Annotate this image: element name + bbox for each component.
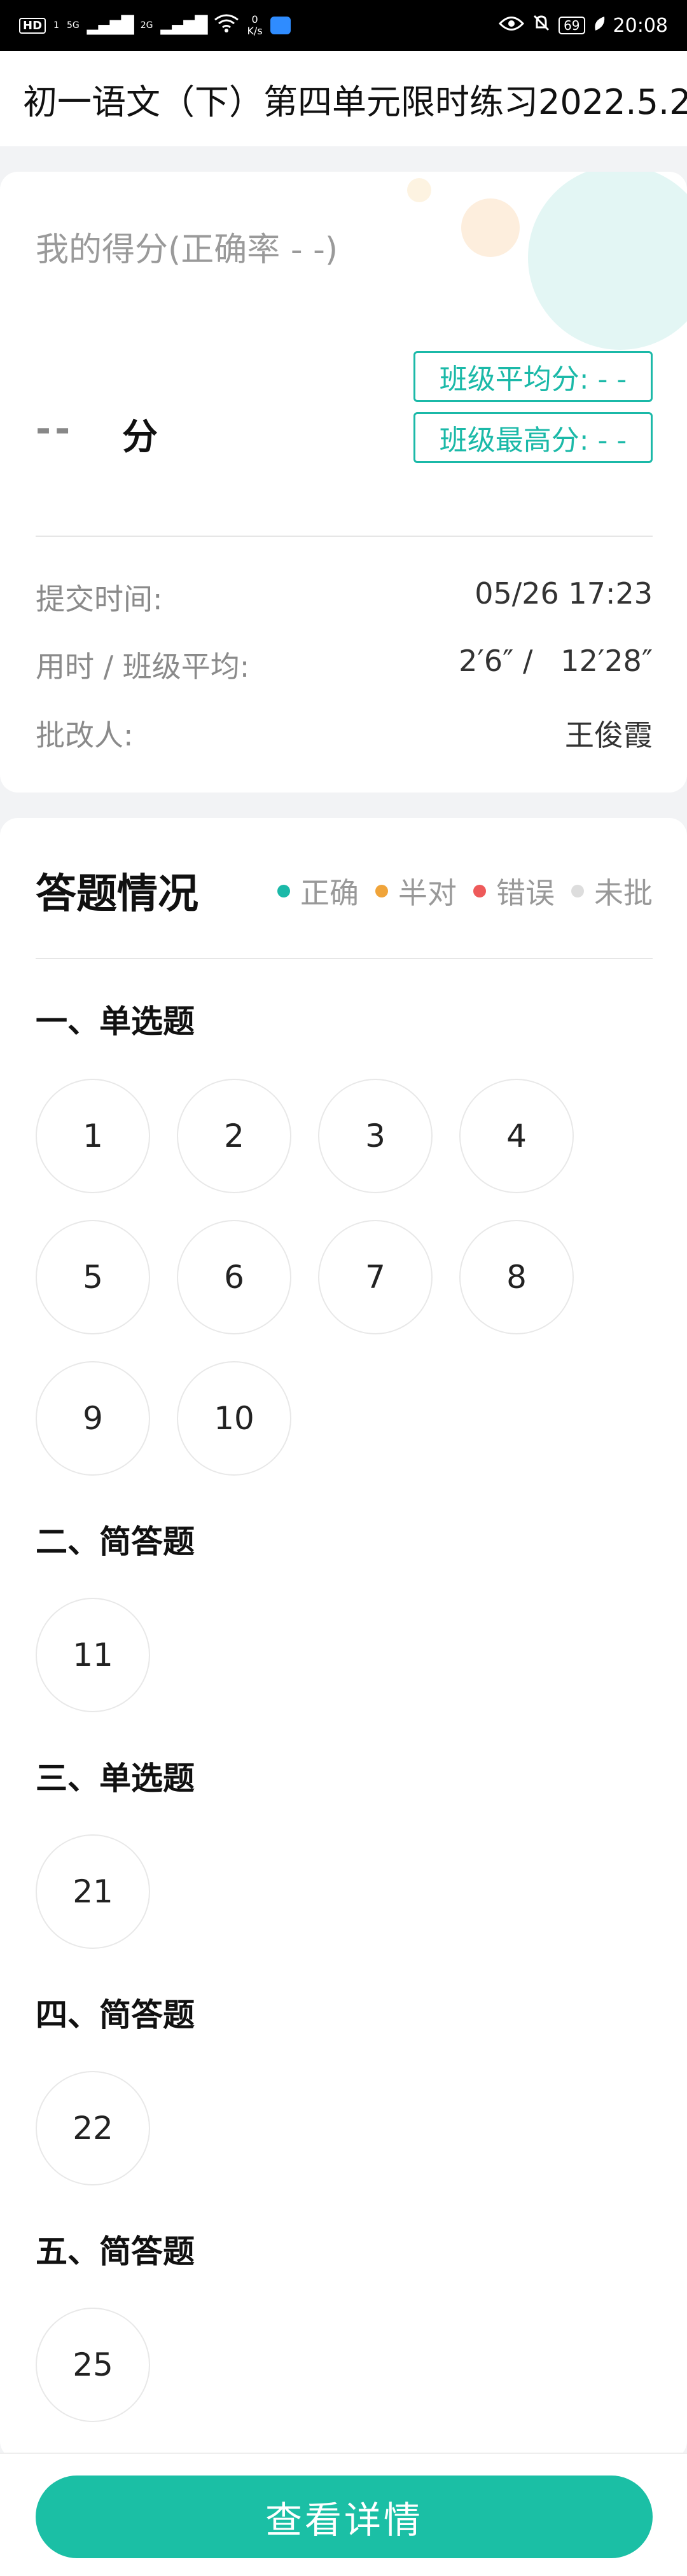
- question-button[interactable]: 6: [177, 1220, 291, 1334]
- legend-label: 错误: [496, 876, 555, 910]
- answer-legend: 正确 半对 错误 未批: [277, 870, 653, 912]
- signal-1-icon: ▂▄▆█: [87, 16, 134, 35]
- legend-dot-icon: [571, 885, 584, 897]
- clock: 20:08: [613, 14, 668, 37]
- grader-label: 批改人:: [36, 718, 134, 752]
- legend-dot-icon: [375, 885, 388, 897]
- mute-bell-icon: [532, 13, 551, 38]
- wifi-icon: [214, 13, 239, 38]
- legend-item-half: 半对: [375, 870, 457, 912]
- question-button[interactable]: 3: [318, 1079, 433, 1193]
- legend-label: 未批: [594, 876, 653, 910]
- status-bar: HD 1 5G ▂▄▆█ 2G ▂▄▆█ 0 K/s 69 20:08: [0, 0, 687, 51]
- question-button[interactable]: 21: [36, 1834, 150, 1949]
- legend-label: 半对: [398, 876, 457, 910]
- question-button[interactable]: 22: [36, 2071, 150, 2185]
- legend-item-wrong: 错误: [473, 870, 555, 912]
- class-average-badge: 班级平均分: - -: [413, 351, 653, 402]
- view-details-button[interactable]: 查看详情: [36, 2476, 653, 2558]
- duration-row: 用时 / 班级平均: 2′6″ / 12′28″: [36, 644, 653, 686]
- section-title: 二、简答题: [36, 1523, 195, 1560]
- status-left: HD 1 5G ▂▄▆█ 2G ▂▄▆█ 0 K/s: [19, 13, 291, 38]
- section-title: 四、简答题: [36, 1997, 195, 2033]
- question-button[interactable]: 4: [459, 1079, 574, 1193]
- section-title: 五、简答题: [36, 2233, 195, 2270]
- legend-dot-icon: [473, 885, 486, 897]
- section-title: 三、单选题: [36, 1760, 195, 1797]
- answer-panel: 答题情况 正确 半对 错误 未批 一、单选题 1 2 3 4 5 6 7 8 9…: [0, 818, 687, 2459]
- question-button[interactable]: 8: [459, 1220, 574, 1334]
- divider: [36, 536, 653, 537]
- divider: [36, 958, 653, 959]
- question-button[interactable]: 10: [177, 1361, 291, 1476]
- leaf-icon: [593, 15, 606, 37]
- title-bar: 初一语文（下）第四单元限时练习2022.5.2: [0, 51, 687, 146]
- duration-label: 用时 / 班级平均:: [36, 649, 250, 684]
- question-button[interactable]: 5: [36, 1220, 150, 1334]
- my-score-label: 我的得分(正确率 - -): [36, 231, 338, 269]
- signal-2-label: 2G: [140, 20, 153, 31]
- question-button[interactable]: 1: [36, 1079, 150, 1193]
- question-button[interactable]: 11: [36, 1598, 150, 1712]
- question-button[interactable]: 2: [177, 1079, 291, 1193]
- score-card: 我的得分(正确率 - -) -- 分 班级平均分: - - 班级最高分: - -…: [0, 172, 687, 793]
- duration-value: 2′6″ / 12′28″: [459, 644, 653, 678]
- decor-circle: [528, 172, 687, 350]
- question-button[interactable]: 7: [318, 1220, 433, 1334]
- grader-row: 批改人: 王俊霞: [36, 712, 653, 754]
- cloud-app-icon: [270, 17, 291, 34]
- hd-icon: HD: [19, 17, 46, 34]
- question-button[interactable]: 9: [36, 1361, 150, 1476]
- legend-dot-icon: [277, 885, 290, 897]
- score-unit: 分: [122, 417, 158, 458]
- page-title: 初一语文（下）第四单元限时练习2022.5.2: [23, 81, 687, 122]
- submit-time-row: 提交时间: 05/26 17:23: [36, 576, 653, 618]
- legend-item-correct: 正确: [277, 870, 359, 912]
- decor-circle: [407, 178, 431, 202]
- decor-circle: [461, 198, 520, 257]
- eye-icon: [499, 15, 525, 37]
- sim-label: 1: [53, 20, 59, 31]
- section-title: 一、单选题: [36, 1003, 195, 1040]
- legend-item-ungraded: 未批: [571, 870, 653, 912]
- submit-time-value: 05/26 17:23: [475, 576, 653, 611]
- answer-panel-title: 答题情况: [36, 871, 198, 918]
- grader-value: 王俊霞: [565, 718, 653, 752]
- net-speed: 0 K/s: [247, 13, 263, 37]
- status-right: 69 20:08: [499, 13, 668, 38]
- score-value: --: [36, 407, 74, 450]
- signal-1-label: 5G: [66, 20, 80, 31]
- battery-icon: 69: [559, 17, 585, 34]
- class-max-badge: 班级最高分: - -: [413, 412, 653, 463]
- submit-time-label: 提交时间:: [36, 582, 163, 616]
- bottom-bar: 查看详情: [0, 2453, 687, 2576]
- legend-label: 正确: [300, 876, 359, 910]
- question-button[interactable]: 25: [36, 2308, 150, 2422]
- signal-2-icon: ▂▄▆█: [160, 16, 207, 35]
